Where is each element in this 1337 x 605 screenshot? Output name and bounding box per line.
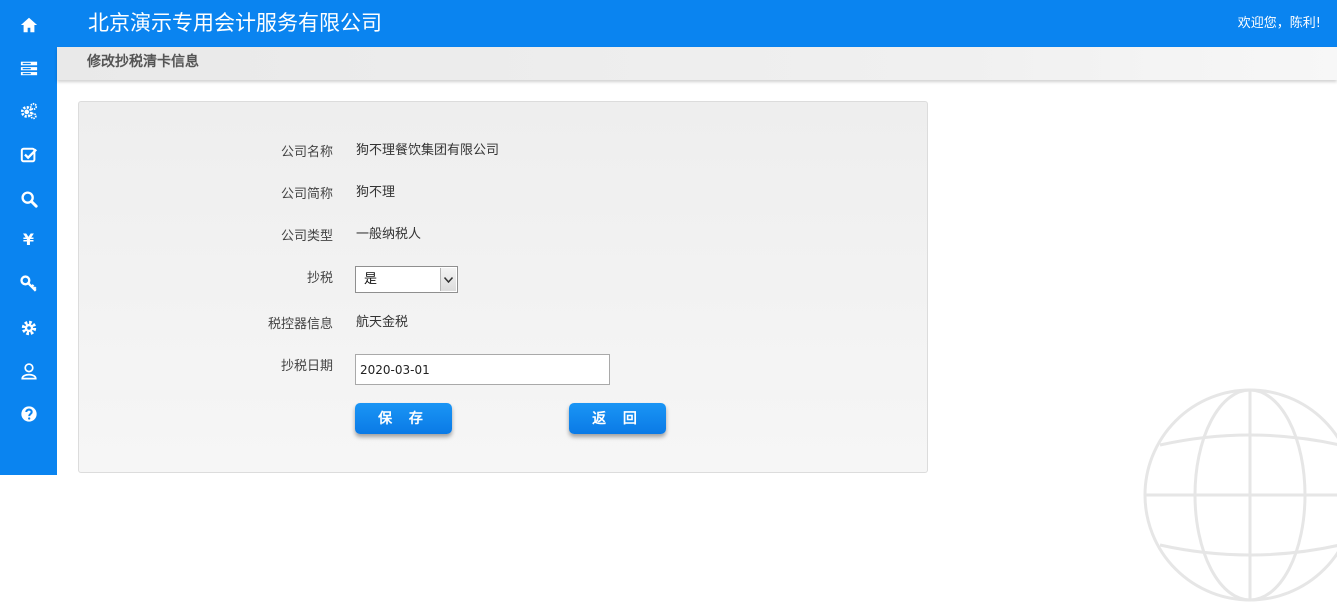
copy-tax-date-label: 抄税日期 — [280, 359, 333, 374]
tax-controller-value: 航天金税 — [356, 315, 409, 330]
company-title: 北京演示专用会计服务有限公司 — [88, 11, 382, 35]
company-type-label: 公司类型 — [280, 229, 333, 244]
search-icon — [20, 191, 38, 208]
top-header: 北京演示专用会计服务有限公司 欢迎您，陈利! — [57, 0, 1337, 47]
copy-tax-selected-value: 是 — [364, 272, 378, 287]
back-button[interactable]: 返 回 — [569, 403, 666, 434]
globe-watermark-icon — [1143, 388, 1337, 602]
home-icon — [20, 17, 37, 33]
company-name-label: 公司名称 — [280, 145, 333, 160]
gear-icon — [21, 320, 36, 336]
key-icon — [19, 275, 37, 292]
tax-controller-label: 税控器信息 — [267, 317, 333, 332]
sidebar-item-finance[interactable]: ¥ — [0, 218, 57, 262]
company-short-name-value: 狗不理 — [356, 185, 396, 200]
sidebar-item-list[interactable] — [0, 46, 57, 90]
company-type-value: 一般纳税人 — [356, 227, 422, 242]
save-button[interactable]: 保 存 — [355, 403, 452, 434]
page-title-bar: 修改抄税清卡信息 — [57, 47, 1337, 80]
sidebar-item-settings[interactable] — [0, 306, 57, 350]
copy-tax-select[interactable]: 是 — [355, 266, 458, 293]
sidebar-item-settings-group[interactable] — [0, 89, 57, 133]
company-name-value: 狗不理餐饮集团有限公司 — [356, 143, 500, 158]
copy-tax-label: 抄税 — [306, 271, 333, 286]
user-icon — [20, 363, 37, 380]
chevron-down-icon — [440, 268, 456, 291]
check-square-icon — [20, 147, 37, 163]
sidebar-item-search[interactable] — [0, 177, 57, 221]
help-icon — [20, 406, 37, 422]
company-short-name-label: 公司简称 — [280, 187, 333, 202]
edit-form-panel: 公司名称 狗不理餐饮集团有限公司 公司简称 狗不理 公司类型 一般纳税人 抄税 … — [78, 101, 928, 473]
sidebar-item-user[interactable] — [0, 349, 57, 393]
sidebar-item-keys[interactable] — [0, 262, 57, 306]
sidebar-item-tasks[interactable] — [0, 133, 57, 177]
sidebar-item-help[interactable] — [0, 392, 57, 436]
yen-icon: ¥ — [22, 230, 35, 249]
sidebar: ¥ — [0, 0, 57, 475]
page-title: 修改抄税清卡信息 — [87, 54, 199, 70]
list-icon — [20, 61, 37, 76]
welcome-user-text: 欢迎您，陈利! — [1237, 16, 1321, 31]
sidebar-item-home[interactable] — [0, 3, 57, 47]
copy-tax-date-input[interactable] — [355, 354, 610, 385]
gears-icon — [20, 102, 37, 120]
